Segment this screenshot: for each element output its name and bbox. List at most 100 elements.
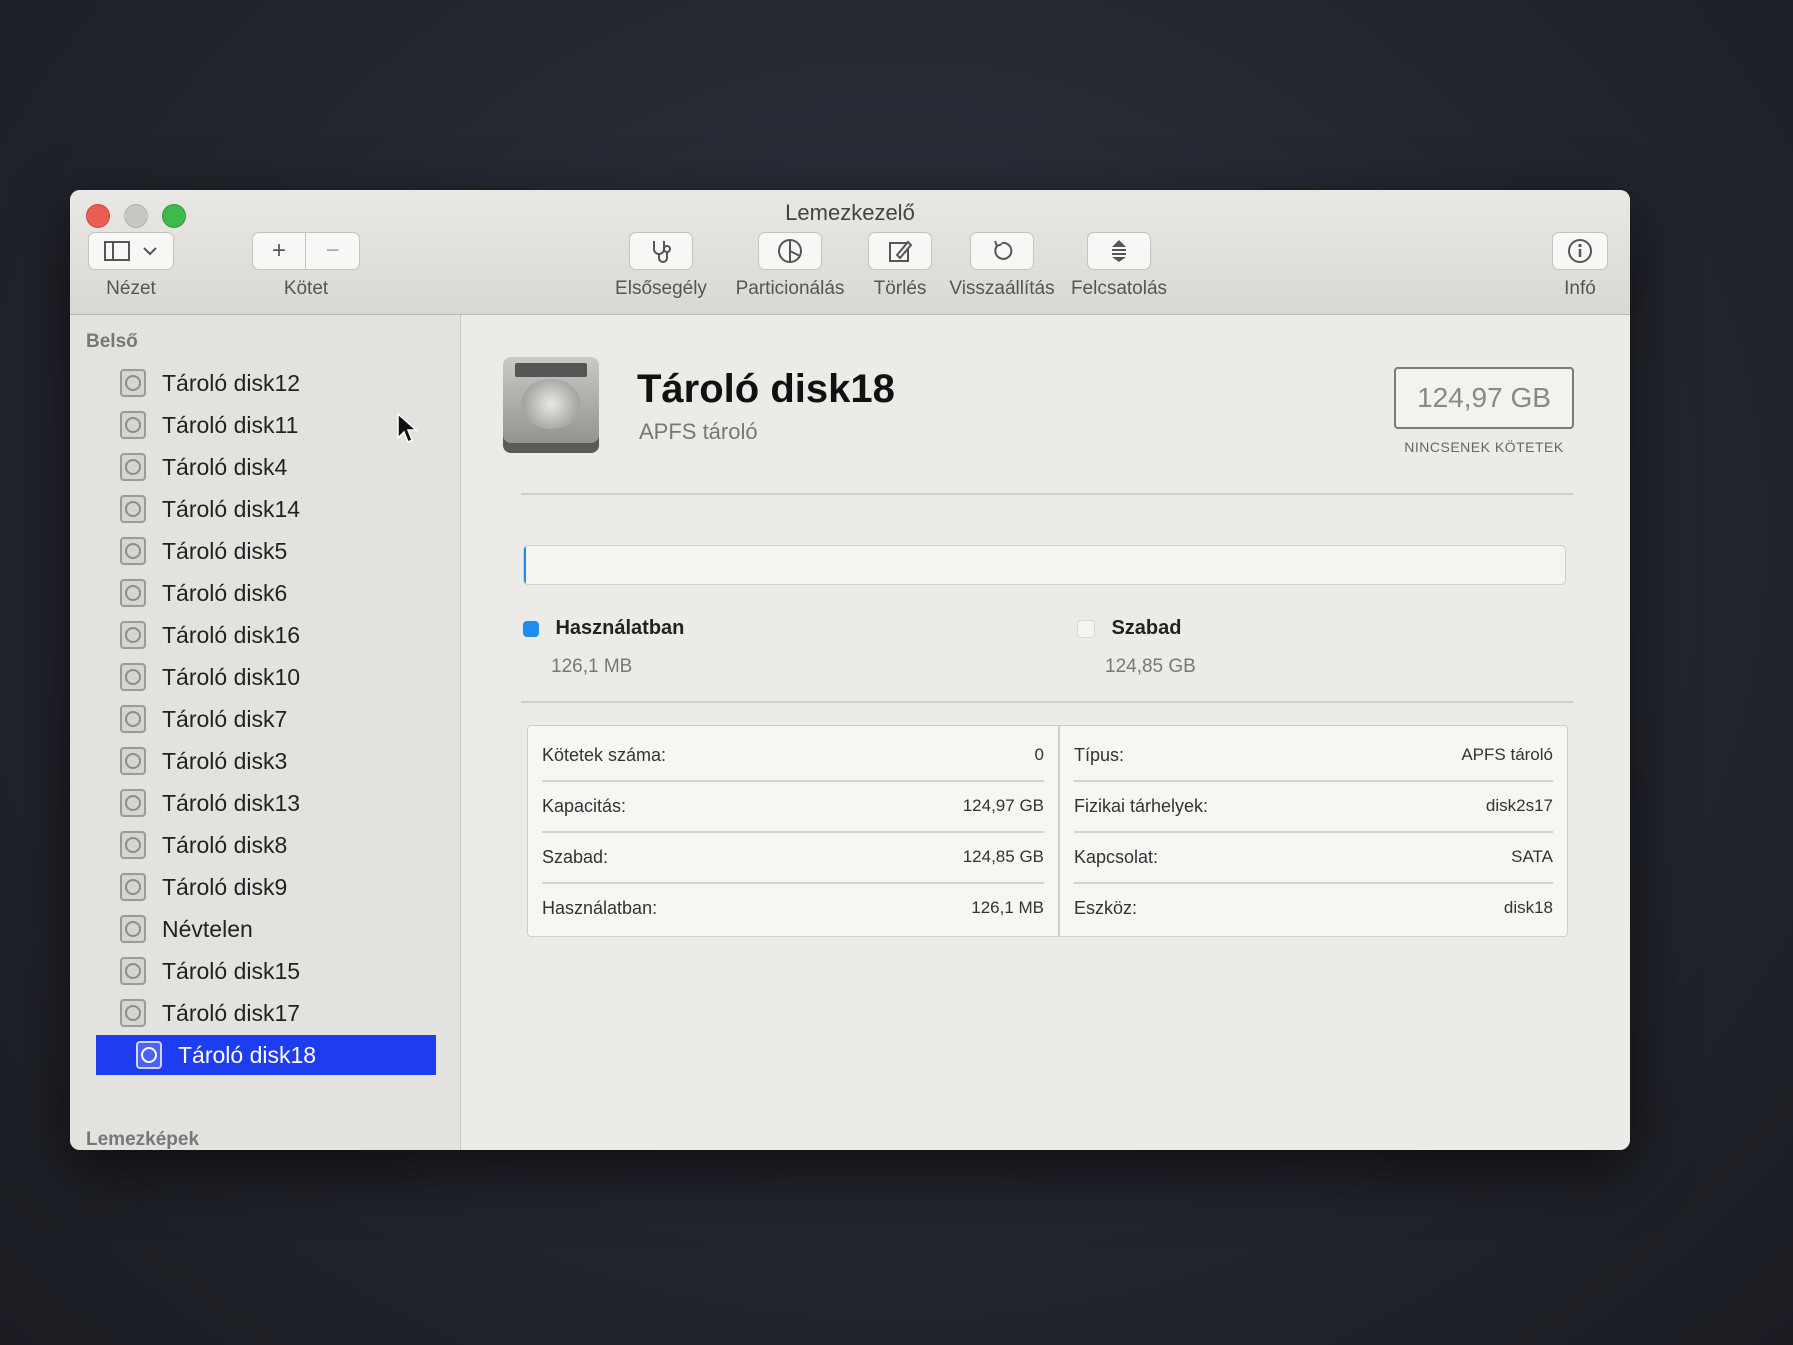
info-key: Típus:	[1074, 744, 1125, 765]
sidebar-item-névtelen[interactable]: Névtelen	[120, 909, 450, 949]
disk-icon	[120, 705, 146, 733]
sidebar-item-tároló-disk9[interactable]: Tároló disk9	[120, 867, 450, 907]
info-table-left: Kötetek száma: 0 Kapacitás: 124,97 GB Szabad…	[528, 726, 1060, 936]
partition-label: Particionálás	[735, 278, 845, 299]
first-aid-control: Elsősegély	[606, 232, 716, 300]
disk-icon	[120, 453, 146, 481]
view-control: Nézet	[88, 232, 174, 300]
mount-control: Felcsatolás	[1054, 232, 1184, 300]
disk-icon	[136, 1041, 162, 1069]
sidebar-item-label: Tároló disk18	[178, 1041, 317, 1068]
sidebar-item-tároló-disk6[interactable]: Tároló disk6	[120, 573, 450, 613]
divider	[521, 701, 1574, 703]
view-button[interactable]	[88, 232, 174, 270]
disk-icon	[120, 831, 146, 859]
info-value: SATA	[1511, 847, 1553, 866]
disk-icon	[120, 999, 146, 1027]
info-key: Eszköz:	[1074, 897, 1138, 918]
sidebar-item-tároló-disk10[interactable]: Tároló disk10	[120, 657, 450, 697]
sidebar-item-label: Tároló disk15	[162, 957, 301, 984]
legend-used-value: 126,1 MB	[551, 656, 633, 677]
mouse-pointer-icon	[397, 412, 418, 444]
sidebar-item-tároló-disk5[interactable]: Tároló disk5	[120, 531, 450, 571]
mount-label: Felcsatolás	[1070, 278, 1168, 299]
first-aid-label: Elsősegély	[615, 278, 707, 299]
info-button[interactable]	[1552, 232, 1608, 270]
sidebar-item-tároló-disk15[interactable]: Tároló disk15	[120, 951, 450, 991]
info-value: disk2s17	[1485, 796, 1553, 815]
disk-title: Tároló disk18	[637, 367, 895, 411]
title-toolbar: Lemezkezelő Nézet + − Kötet Elsősegély P…	[70, 190, 1630, 315]
info-key: Használatban:	[542, 897, 658, 918]
info-icon	[1568, 239, 1592, 263]
info-row: Kapacitás: 124,97 GB	[542, 781, 1044, 833]
view-label: Nézet	[106, 278, 156, 299]
erase-button[interactable]	[868, 232, 932, 270]
sidebar-item-label: Tároló disk12	[162, 369, 301, 396]
info-key: Kötetek száma:	[542, 744, 667, 765]
usage-bar	[523, 545, 1566, 585]
sidebar-toggle-icon	[104, 241, 130, 261]
add-volume-button[interactable]: +	[252, 232, 306, 270]
info-key: Kapacitás:	[542, 795, 627, 816]
sidebar-item-tároló-disk18[interactable]: Tároló disk18	[96, 1035, 436, 1075]
sidebar-item-label: Tároló disk13	[162, 789, 301, 816]
restore-arrow-icon	[994, 240, 1013, 260]
sidebar-item-label: Tároló disk3	[162, 747, 288, 774]
first-aid-button[interactable]	[629, 232, 693, 270]
restore-label: Visszaállítás	[949, 278, 1055, 299]
info-key: Szabad:	[542, 846, 609, 867]
detail-pane: Tároló disk18 APFS tároló 124,97 GB NINC…	[461, 315, 1630, 1150]
info-row: Fizikai tárhelyek: disk2s17	[1074, 781, 1553, 833]
free-color-swatch	[1077, 619, 1095, 638]
sidebar-item-tároló-disk8[interactable]: Tároló disk8	[120, 825, 450, 865]
mount-button[interactable]	[1087, 232, 1151, 270]
disk-icon	[120, 663, 146, 691]
sidebar-item-label: Tároló disk11	[162, 411, 299, 438]
info-value: APFS tároló	[1461, 745, 1553, 764]
info-key: Kapcsolat:	[1074, 846, 1159, 867]
info-value: 0	[1034, 745, 1044, 764]
partition-control: Particionálás	[720, 232, 860, 300]
sidebar-section-internal: Belső	[86, 331, 138, 352]
sidebar-item-label: Tároló disk5	[162, 537, 288, 564]
info-row: Eszköz: disk18	[1074, 883, 1553, 933]
sidebar-item-label: Tároló disk8	[162, 831, 288, 858]
sidebar-item-tároló-disk17[interactable]: Tároló disk17	[120, 993, 450, 1033]
disk-icon	[120, 369, 146, 397]
sidebar-item-tároló-disk3[interactable]: Tároló disk3	[120, 741, 450, 781]
sidebar-item-label: Tároló disk10	[162, 663, 301, 690]
volume-label: Kötet	[283, 278, 329, 299]
sidebar-item-tároló-disk12[interactable]: Tároló disk12	[120, 363, 450, 403]
info-table: Kötetek száma: 0 Kapacitás: 124,97 GB Szabad…	[527, 725, 1568, 937]
sidebar-item-label: Tároló disk6	[162, 579, 288, 606]
mount-icon	[1112, 240, 1126, 262]
legend-used-label: Használatban	[555, 617, 685, 639]
info-value: 124,97 GB	[962, 796, 1044, 815]
sidebar-item-label: Tároló disk14	[162, 495, 301, 522]
disk-icon	[120, 873, 146, 901]
sidebar-item-label: Tároló disk4	[162, 453, 288, 480]
capacity-box: 124,97 GB	[1394, 367, 1574, 429]
info-label: Infó	[1564, 278, 1596, 299]
info-row: Használatban: 126,1 MB	[542, 883, 1044, 933]
info-value: 126,1 MB	[971, 898, 1044, 917]
sidebar-item-tároló-disk16[interactable]: Tároló disk16	[120, 615, 450, 655]
sidebar-item-tároló-disk14[interactable]: Tároló disk14	[120, 489, 450, 529]
sidebar-item-tároló-disk7[interactable]: Tároló disk7	[120, 699, 450, 739]
disk-icon	[120, 621, 146, 649]
disk-icon	[120, 495, 146, 523]
sidebar-item-label: Tároló disk9	[162, 873, 288, 900]
restore-button[interactable]	[970, 232, 1034, 270]
info-control: Infó	[1550, 232, 1610, 300]
partition-button[interactable]	[758, 232, 822, 270]
sidebar-item-tároló-disk4[interactable]: Tároló disk4	[120, 447, 450, 487]
legend-free-label: Szabad	[1111, 617, 1182, 639]
disk-icon	[120, 579, 146, 607]
info-key: Fizikai tárhelyek:	[1074, 795, 1209, 816]
eraser-icon	[889, 240, 913, 262]
chevron-down-icon	[143, 247, 157, 256]
sidebar-item-tároló-disk13[interactable]: Tároló disk13	[120, 783, 450, 823]
legend-free-value: 124,85 GB	[1105, 656, 1196, 677]
remove-volume-button[interactable]: −	[306, 232, 360, 270]
